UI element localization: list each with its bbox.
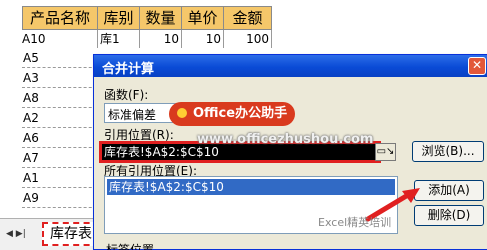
function-label: 函数(F):	[104, 88, 149, 102]
sheet-nav-icon[interactable]: ◀ ▶|	[6, 229, 26, 239]
table-cell[interactable]: A6	[22, 128, 102, 148]
table-cell[interactable]: A7	[22, 148, 102, 168]
table-cell[interactable]: A3	[22, 68, 102, 88]
label-position-label: 标签位置	[106, 243, 155, 250]
table-cell[interactable]: 100	[224, 30, 272, 48]
header-cell: 库别	[98, 6, 140, 30]
header-cell: 产品名称	[22, 6, 98, 30]
function-value: 标准偏差	[108, 108, 157, 122]
channel-watermark: Excel精英培训	[318, 216, 392, 229]
banner-text: Office办公助手	[193, 106, 288, 121]
row-list: A5 A3 A8 A2 A6 A7 A1 A9	[22, 48, 102, 208]
table-row: A10 库1 10 10 100	[22, 30, 272, 48]
consolidate-dialog: 合并计算 ✕ 函数(F): 标准偏差 ▼ 引用位置(R): 库存表!$A$2:$…	[93, 54, 487, 250]
brand-dot-icon	[177, 108, 187, 118]
table-cell[interactable]: A10	[22, 30, 98, 48]
header-cell: 单价	[182, 6, 224, 30]
browse-button[interactable]: 浏览(B)...	[412, 141, 484, 162]
table-cell[interactable]: A1	[22, 168, 102, 188]
table-cell[interactable]: A9	[22, 188, 102, 208]
sheet-tab-inventory[interactable]: 库存表	[42, 222, 100, 246]
brand-banner: Office办公助手	[169, 102, 296, 126]
table-cell[interactable]: 10	[140, 30, 182, 48]
watermark-url: www.officezhushou.com	[197, 132, 374, 147]
table-cell[interactable]: 10	[182, 30, 224, 48]
header-cell: 金额	[224, 6, 272, 30]
header-row: 产品名称 库别 数量 单价 金额	[22, 6, 272, 30]
dialog-title: 合并计算	[102, 62, 155, 77]
dialog-titlebar[interactable]: 合并计算 ✕	[94, 55, 487, 77]
header-cell: 数量	[140, 6, 182, 30]
table-cell[interactable]: A2	[22, 108, 102, 128]
list-item[interactable]: 库存表!$A$2:$C$10	[107, 179, 395, 195]
table-cell[interactable]: 库1	[98, 30, 140, 48]
table-cell[interactable]: A8	[22, 88, 102, 108]
table-cell[interactable]: A5	[22, 48, 102, 68]
delete-button[interactable]: 删除(D)	[414, 205, 484, 226]
close-icon[interactable]: ✕	[468, 57, 486, 75]
add-button[interactable]: 添加(A)	[414, 180, 484, 201]
collapse-dialog-icon[interactable]: ▭↘	[375, 143, 396, 161]
